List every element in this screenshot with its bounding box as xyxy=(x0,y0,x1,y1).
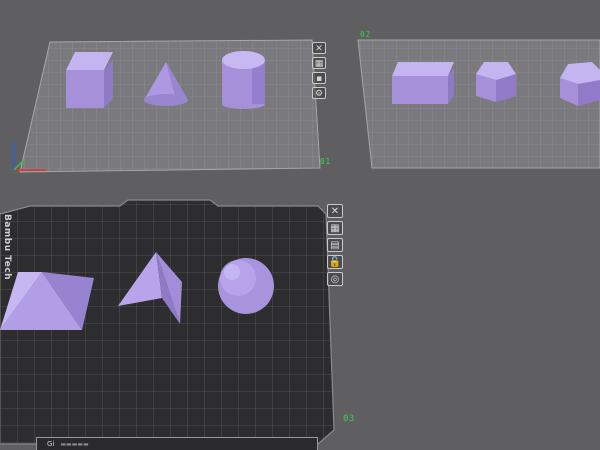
bed-label-text: Gi xyxy=(47,440,55,448)
orient-icon[interactable]: ▤ xyxy=(327,238,343,252)
hexagonal-prism-model[interactable] xyxy=(560,62,600,106)
cylinder-model[interactable] xyxy=(222,51,265,109)
lock-icon[interactable]: ▪ xyxy=(312,72,326,84)
rectangular-prism-model[interactable] xyxy=(392,62,454,104)
plate-1-toolbar: ✕ ▦ ▪ ⚙ xyxy=(312,42,326,99)
plate-3-toolbar: ✕ ▦ ▤ 🔓 ◎ xyxy=(327,204,343,286)
3d-viewport[interactable] xyxy=(0,0,600,450)
pentagonal-prism-model[interactable] xyxy=(476,62,516,102)
build-plate-2[interactable] xyxy=(357,39,600,169)
plate-2-number: 02 xyxy=(360,30,371,39)
plate-1-number: 01 xyxy=(320,157,331,166)
cube-model[interactable] xyxy=(66,52,113,108)
arrange-icon[interactable]: ▦ xyxy=(312,57,326,69)
close-icon[interactable]: ✕ xyxy=(312,42,326,54)
plate-3-number: 03 xyxy=(343,414,355,424)
close-icon[interactable]: ✕ xyxy=(327,204,343,218)
lock-icon[interactable]: 🔓 xyxy=(327,255,343,269)
settings-icon[interactable]: ◎ xyxy=(327,272,343,286)
build-plate-3[interactable] xyxy=(0,199,335,445)
arrange-icon[interactable]: ▦ xyxy=(327,221,343,235)
build-plate-1[interactable] xyxy=(13,39,321,173)
bed-brand-text: Bambu Tech xyxy=(2,214,12,281)
bed-label-strip: Gi ▬▬▬▬▬ xyxy=(36,437,318,450)
settings-icon[interactable]: ⚙ xyxy=(312,87,326,99)
sphere-model[interactable] xyxy=(218,258,274,314)
bed-label-detail-icon: ▬▬▬▬▬ xyxy=(60,440,89,448)
